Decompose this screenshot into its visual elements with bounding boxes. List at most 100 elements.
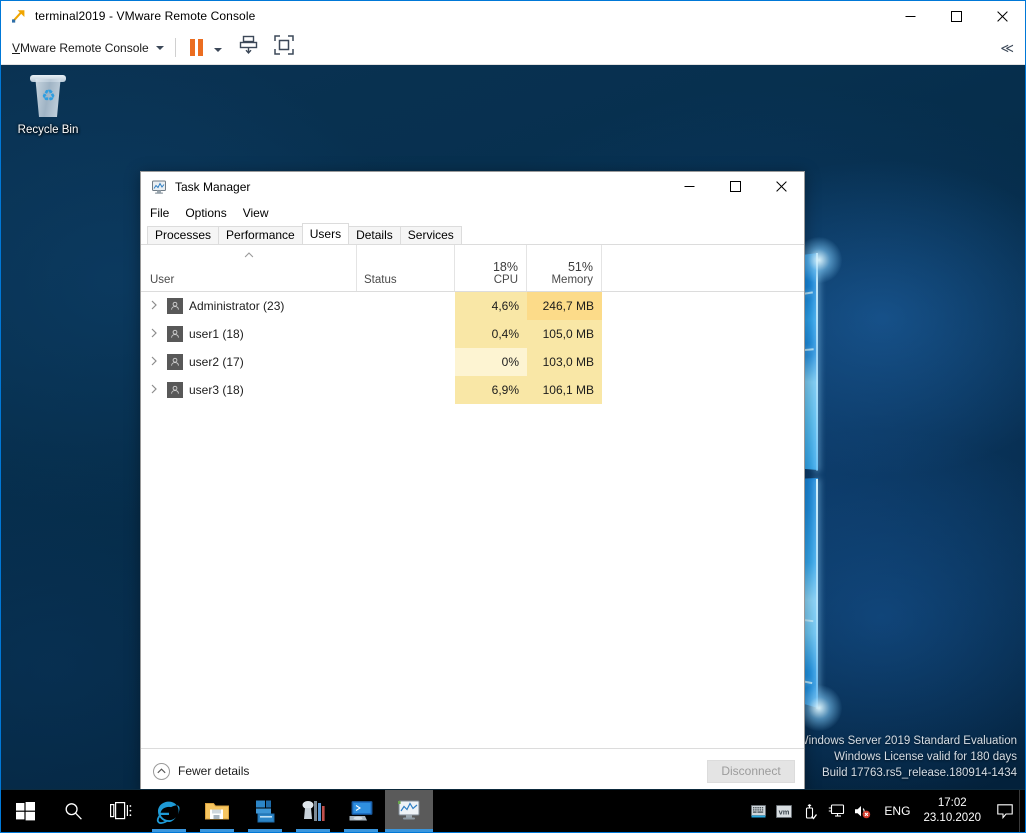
sort-ascending-caret-icon	[244, 252, 253, 258]
vmrc-menu-accesskey: V	[12, 40, 21, 55]
cell-filler	[602, 376, 804, 404]
task-manager-title-bar: Task Manager	[141, 172, 804, 202]
table-row[interactable]: user1 (18) 0,4% 105,0 MB	[141, 320, 804, 348]
tab-services[interactable]: Services	[399, 226, 462, 244]
chevron-right-icon[interactable]	[147, 384, 161, 397]
send-ctrl-alt-del-icon[interactable]	[238, 35, 259, 60]
task-manager-minimize-button[interactable]	[666, 172, 712, 201]
cell-status	[357, 320, 455, 348]
task-manager-window-controls	[666, 172, 804, 201]
taskbar-admin-tools[interactable]	[289, 790, 337, 832]
watermark-line-2: Windows License valid for 180 days	[834, 751, 1017, 763]
network-icon[interactable]	[823, 803, 849, 819]
task-manager-footer: Fewer details Disconnect	[141, 748, 804, 793]
user-account-icon	[167, 298, 183, 314]
task-manager-maximize-button[interactable]	[712, 172, 758, 201]
cell-memory: 103,0 MB	[527, 348, 602, 376]
user-account-icon	[167, 382, 183, 398]
search-icon	[65, 802, 82, 820]
menu-item-file[interactable]: File	[150, 206, 169, 220]
vmrc-maximize-button[interactable]	[933, 1, 979, 31]
internet-explorer-icon	[156, 801, 180, 824]
taskbar-file-explorer[interactable]	[193, 790, 241, 832]
user-name-label: user1 (18)	[189, 327, 244, 341]
powershell-window-icon	[349, 801, 373, 821]
column-header-user[interactable]: User	[141, 245, 357, 291]
vmrc-console-menu-button[interactable]: VMware Remote Console	[12, 41, 164, 55]
vmrc-menu-label-rest: Mware Remote Console	[20, 40, 149, 55]
action-center-button[interactable]	[991, 803, 1019, 819]
fewer-details-button[interactable]: Fewer details	[153, 762, 250, 780]
pause-icon[interactable]	[189, 39, 203, 56]
watermark-line-3: Build 17763.rs5_release.180914-1434	[821, 767, 1017, 779]
cell-memory: 246,7 MB	[527, 292, 602, 320]
vmware-remote-console-window: terminal2019 - VMware Remote Console VMw…	[0, 0, 1026, 833]
tab-processes[interactable]: Processes	[147, 226, 220, 244]
task-manager-menu-bar: File Options View	[141, 202, 804, 224]
desktop-icon-recycle-bin[interactable]: ♻ Recycle Bin	[9, 73, 87, 137]
onscreen-keyboard-icon[interactable]	[745, 804, 771, 818]
task-view-button[interactable]	[97, 790, 145, 832]
cell-cpu: 4,6%	[455, 292, 527, 320]
table-row[interactable]: user2 (17) 0% 103,0 MB	[141, 348, 804, 376]
vmrc-title-bar: terminal2019 - VMware Remote Console	[1, 1, 1025, 31]
hero-edge-bottom	[816, 479, 818, 709]
table-row[interactable]: Administrator (23) 4,6% 246,7 MB	[141, 292, 804, 320]
recycle-bin-icon: ♻	[26, 73, 70, 119]
cell-cpu: 0,4%	[455, 320, 527, 348]
volume-muted-icon[interactable]	[849, 804, 875, 819]
cell-filler	[602, 320, 804, 348]
menu-item-view[interactable]: View	[243, 206, 269, 220]
fullscreen-icon[interactable]	[273, 35, 294, 60]
search-button[interactable]	[49, 790, 97, 832]
cell-filler	[602, 292, 804, 320]
column-header-user-label: User	[150, 274, 175, 286]
clock[interactable]: 17:02 23.10.2020	[919, 796, 991, 826]
users-table: User Status 18% CPU 51% Memory Administr…	[141, 245, 804, 404]
toolbar-separator	[174, 38, 176, 57]
chevron-right-icon[interactable]	[147, 300, 161, 313]
column-header-cpu[interactable]: 18% CPU	[455, 245, 527, 291]
taskbar-internet-explorer[interactable]	[145, 790, 193, 832]
taskbar-server-manager[interactable]	[241, 790, 289, 832]
task-view-icon	[110, 802, 132, 820]
start-button[interactable]	[1, 790, 49, 832]
fewer-details-label: Fewer details	[178, 764, 250, 778]
tab-details[interactable]: Details	[348, 226, 401, 244]
chevron-right-icon[interactable]	[147, 328, 161, 341]
tab-performance[interactable]: Performance	[218, 226, 303, 244]
task-manager-users-pane: User Status 18% CPU 51% Memory Administr…	[141, 245, 804, 748]
cell-status	[357, 376, 455, 404]
show-desktop-button[interactable]	[1019, 790, 1025, 832]
hero-edge-top	[816, 253, 818, 471]
vmware-tools-icon[interactable]: vm	[771, 804, 797, 818]
vmrc-title-text: terminal2019 - VMware Remote Console	[35, 9, 256, 23]
chevron-down-icon	[155, 45, 164, 50]
file-explorer-icon	[205, 803, 229, 820]
vmrc-close-button[interactable]	[979, 1, 1025, 31]
vmware-vm-icon	[11, 8, 27, 24]
double-chevron-left-icon[interactable]: ≪	[1000, 41, 1014, 54]
chevron-right-icon[interactable]	[147, 356, 161, 369]
disconnect-button[interactable]: Disconnect	[707, 759, 795, 783]
taskbar-powershell-window[interactable]	[337, 790, 385, 832]
task-manager-title-text: Task Manager	[175, 180, 251, 194]
pause-dropdown-chevron-down-icon[interactable]	[213, 39, 222, 57]
column-header-status-label: Status	[364, 274, 397, 286]
users-table-header: User Status 18% CPU 51% Memory	[141, 245, 804, 292]
task-manager-close-button[interactable]	[758, 172, 804, 201]
task-manager-tab-strip: Processes Performance Users Details Serv…	[141, 223, 804, 245]
svg-text:vm: vm	[779, 807, 790, 816]
table-row[interactable]: user3 (18) 6,9% 106,1 MB	[141, 376, 804, 404]
column-header-filler	[602, 245, 804, 291]
clock-time: 17:02	[937, 797, 967, 809]
tab-users[interactable]: Users	[301, 223, 350, 244]
language-indicator[interactable]: ENG	[875, 804, 919, 818]
server-manager-icon	[256, 800, 275, 823]
vmrc-minimize-button[interactable]	[887, 1, 933, 31]
column-header-status[interactable]: Status	[357, 245, 455, 291]
column-header-memory[interactable]: 51% Memory	[527, 245, 602, 291]
menu-item-options[interactable]: Options	[185, 206, 226, 220]
taskbar-task-manager[interactable]	[385, 790, 433, 832]
safely-remove-usb-icon[interactable]	[797, 803, 823, 820]
